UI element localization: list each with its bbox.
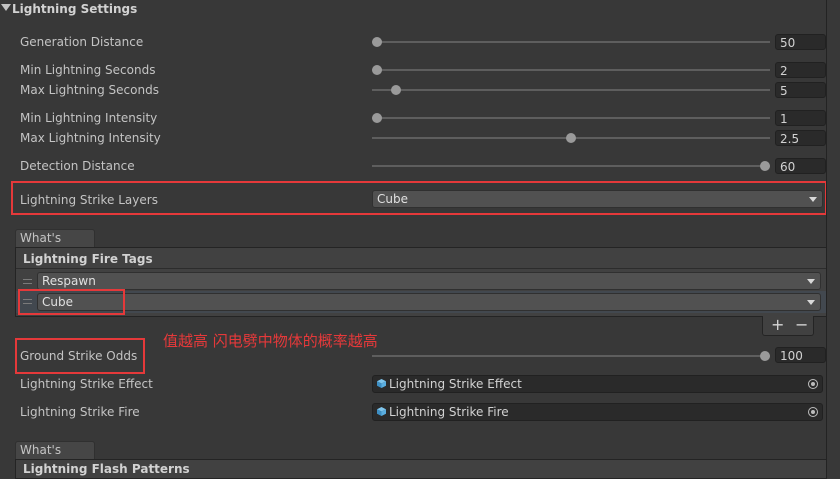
strike-effect-label: Lightning Strike Effect [20, 377, 153, 391]
ground-strike-odds-slider[interactable] [372, 355, 770, 357]
whats-this-tab[interactable]: What's This? [15, 229, 95, 262]
strike-layers-value: Cube [377, 192, 408, 206]
prefab-cube-icon [377, 407, 386, 416]
strike-fire-object-field[interactable]: Lightning Strike Fire [372, 403, 823, 421]
max-lightning-seconds-label: Max Lightning Seconds [20, 83, 159, 97]
fire-tag-dropdown-1[interactable]: Respawn [37, 272, 821, 290]
min-lightning-seconds-slider-thumb[interactable] [372, 65, 382, 75]
strike-fire-label: Lightning Strike Fire [20, 405, 140, 419]
section-header[interactable]: Lightning Settings [0, 0, 840, 18]
flash-patterns-title: Lightning Flash Patterns [23, 462, 190, 476]
strike-layers-label: Lightning Strike Layers [20, 193, 158, 207]
whats-this-tab-2[interactable]: What's This? [15, 441, 95, 474]
min-lightning-intensity-label: Min Lightning Intensity [20, 111, 158, 125]
drag-handle-icon[interactable] [23, 279, 32, 284]
generation-distance-slider-thumb[interactable] [372, 37, 382, 47]
detection-distance-label: Detection Distance [20, 159, 135, 173]
object-picker-icon[interactable] [808, 379, 818, 389]
max-lightning-seconds-field[interactable]: 5 [775, 82, 826, 98]
chevron-down-icon [807, 300, 815, 305]
generation-distance-label: Generation Distance [20, 35, 144, 49]
fire-tag-value: Respawn [42, 274, 96, 288]
ground-strike-odds-slider-thumb[interactable] [760, 351, 770, 361]
ground-strike-odds-label: Ground Strike Odds [20, 349, 138, 363]
detection-distance-slider-thumb[interactable] [760, 161, 770, 171]
chevron-down-icon [807, 279, 815, 284]
list-add-remove-footer: + − [762, 316, 814, 336]
annotation-text: 值越高 闪电劈中物体的概率越高 [163, 332, 378, 350]
max-lightning-intensity-slider-thumb[interactable] [566, 133, 576, 143]
min-lightning-intensity-field[interactable]: 1 [775, 110, 826, 126]
fire-tags-title: Lightning Fire Tags [23, 252, 153, 266]
min-lightning-seconds-slider[interactable] [372, 69, 770, 71]
add-button[interactable]: + [771, 316, 784, 334]
foldout-triangle-icon[interactable] [1, 4, 11, 11]
max-lightning-seconds-slider[interactable] [372, 89, 770, 91]
ground-strike-odds-field[interactable]: 100 [775, 347, 826, 363]
min-lightning-intensity-slider-thumb[interactable] [372, 113, 382, 123]
prefab-cube-icon [377, 379, 386, 388]
min-lightning-seconds-label: Min Lightning Seconds [20, 63, 156, 77]
section-title: Lightning Settings [12, 2, 138, 16]
detection-distance-field[interactable]: 60 [775, 158, 826, 174]
strike-layers-dropdown[interactable]: Cube [372, 190, 823, 208]
chevron-down-icon [809, 197, 817, 202]
cube-tag-highlight [18, 289, 125, 315]
min-lightning-intensity-slider[interactable] [372, 117, 770, 119]
generation-distance-slider[interactable] [372, 41, 770, 43]
strike-effect-value: Lightning Strike Effect [389, 377, 522, 391]
scrollbar-divider [826, 0, 827, 472]
max-lightning-intensity-label: Max Lightning Intensity [20, 131, 161, 145]
strike-fire-value: Lightning Strike Fire [389, 405, 509, 419]
max-lightning-intensity-field[interactable]: 2.5 [775, 130, 826, 146]
object-picker-icon[interactable] [808, 407, 818, 417]
generation-distance-field[interactable]: 50 [775, 34, 826, 50]
min-lightning-seconds-field[interactable]: 2 [775, 62, 826, 78]
remove-button[interactable]: − [795, 316, 808, 334]
detection-distance-slider[interactable] [372, 165, 770, 167]
fire-tag-dropdown-2[interactable]: Cube [37, 293, 821, 311]
strike-effect-object-field[interactable]: Lightning Strike Effect [372, 375, 823, 393]
list-divider [16, 268, 826, 269]
max-lightning-seconds-slider-thumb[interactable] [391, 85, 402, 95]
